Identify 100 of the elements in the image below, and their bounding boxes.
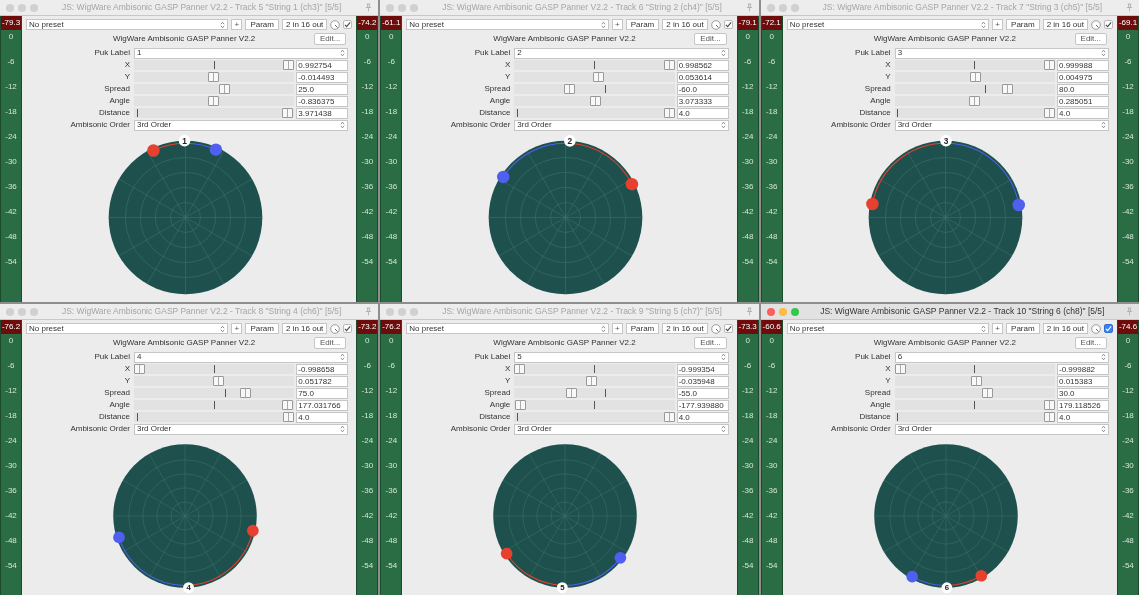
param-button[interactable]: Param: [625, 19, 660, 30]
value-field[interactable]: 0.285051: [1057, 95, 1109, 107]
puk-label-dropdown[interactable]: 4: [134, 351, 349, 363]
puk-label-dropdown[interactable]: 3: [894, 47, 1109, 59]
slider-thumb[interactable]: [515, 400, 527, 410]
knob-icon[interactable]: [1091, 323, 1101, 334]
slider-thumb[interactable]: [969, 96, 981, 106]
slider-thumb[interactable]: [208, 96, 220, 106]
slider-thumb[interactable]: [1044, 412, 1055, 422]
puk-label-dropdown[interactable]: 6: [894, 351, 1109, 363]
param-button[interactable]: Param: [1006, 19, 1040, 30]
value-field[interactable]: 0.051782: [296, 375, 349, 387]
value-field[interactable]: 0.999988: [1057, 59, 1109, 71]
slider-thumb[interactable]: [970, 376, 982, 386]
io-button[interactable]: 2 in 16 out: [662, 323, 708, 334]
value-field[interactable]: 4.0: [296, 411, 349, 423]
slider-thumb[interactable]: [281, 108, 293, 118]
value-field[interactable]: 0.015383: [1057, 375, 1109, 387]
slider-track[interactable]: [894, 376, 1055, 386]
slider-thumb[interactable]: [218, 84, 230, 94]
edit-button[interactable]: Edit...: [313, 33, 347, 45]
value-field[interactable]: -60.0: [676, 83, 729, 95]
add-button[interactable]: +: [992, 323, 1004, 334]
param-button[interactable]: Param: [1006, 323, 1040, 334]
param-button[interactable]: Param: [245, 323, 279, 334]
slider-track[interactable]: [894, 364, 1055, 374]
ambisonic-order-dropdown[interactable]: 3rd Order: [134, 423, 349, 435]
ambisonic-order-dropdown[interactable]: 3rd Order: [134, 119, 349, 131]
value-field[interactable]: 177.031766: [296, 399, 349, 411]
enable-checkbox[interactable]: [723, 20, 733, 29]
edit-button[interactable]: Edit...: [694, 337, 727, 349]
slider-thumb[interactable]: [239, 388, 251, 398]
value-field[interactable]: -0.836375: [296, 95, 349, 107]
value-field[interactable]: 3.073333: [676, 95, 729, 107]
slider-thumb[interactable]: [1043, 400, 1055, 410]
pin-icon[interactable]: [1126, 307, 1133, 316]
value-field[interactable]: -0.035948: [676, 375, 729, 387]
value-field[interactable]: 0.992754: [296, 59, 349, 71]
slider-thumb[interactable]: [1044, 60, 1055, 70]
value-field[interactable]: 0.998562: [676, 59, 729, 71]
ambisonic-order-dropdown[interactable]: 3rd Order: [514, 423, 729, 435]
value-field[interactable]: -0.999882: [1057, 363, 1109, 375]
io-button[interactable]: 2 in 16 out: [1042, 323, 1088, 334]
slider-thumb[interactable]: [564, 84, 576, 94]
add-button[interactable]: +: [231, 323, 243, 334]
slider-thumb[interactable]: [663, 108, 675, 118]
slider-thumb[interactable]: [212, 376, 224, 386]
puk-label-dropdown[interactable]: 5: [514, 351, 729, 363]
pin-icon[interactable]: [365, 3, 373, 12]
param-button[interactable]: Param: [625, 323, 660, 334]
preset-dropdown[interactable]: No preset: [406, 323, 609, 334]
value-field[interactable]: 4.0: [1057, 107, 1109, 119]
preset-dropdown[interactable]: No preset: [406, 19, 609, 30]
value-field[interactable]: 25.0: [296, 83, 349, 95]
slider-track[interactable]: [894, 72, 1055, 82]
edit-button[interactable]: Edit...: [313, 337, 347, 349]
slider-thumb[interactable]: [566, 388, 578, 398]
value-field[interactable]: 0.004975: [1057, 71, 1109, 83]
value-field[interactable]: 0.053614: [676, 71, 729, 83]
slider-thumb[interactable]: [981, 388, 993, 398]
value-field[interactable]: 3.971438: [296, 107, 349, 119]
io-button[interactable]: 2 in 16 out: [662, 19, 708, 30]
value-field[interactable]: -0.998658: [296, 363, 349, 375]
value-field[interactable]: 75.0: [296, 387, 349, 399]
param-button[interactable]: Param: [245, 19, 279, 30]
puk-label-dropdown[interactable]: 1: [134, 47, 349, 59]
pin-icon[interactable]: [745, 307, 753, 316]
slider-thumb[interactable]: [969, 72, 981, 82]
io-button[interactable]: 2 in 16 out: [281, 323, 328, 334]
value-field[interactable]: 4.0: [676, 107, 729, 119]
value-field[interactable]: 179.118526: [1057, 399, 1109, 411]
value-field[interactable]: 4.0: [676, 411, 729, 423]
slider-thumb[interactable]: [282, 400, 294, 410]
preset-dropdown[interactable]: No preset: [786, 19, 990, 30]
enable-checkbox[interactable]: [1104, 20, 1113, 29]
slider-track[interactable]: [894, 84, 1055, 94]
slider-track[interactable]: [894, 412, 1055, 422]
slider-thumb[interactable]: [514, 364, 526, 374]
slider-thumb[interactable]: [207, 72, 219, 82]
edit-button[interactable]: Edit...: [694, 33, 727, 45]
add-button[interactable]: +: [992, 19, 1004, 30]
value-field[interactable]: -0.999354: [676, 363, 729, 375]
slider-thumb[interactable]: [593, 72, 604, 82]
slider-track[interactable]: [894, 400, 1055, 410]
slider-thumb[interactable]: [663, 60, 675, 70]
value-field[interactable]: -55.0: [676, 387, 729, 399]
slider-thumb[interactable]: [282, 60, 294, 70]
ambisonic-order-dropdown[interactable]: 3rd Order: [514, 119, 729, 131]
puk-label-dropdown[interactable]: 2: [514, 47, 729, 59]
value-field[interactable]: 80.0: [1057, 83, 1109, 95]
pin-icon[interactable]: [1126, 3, 1133, 12]
pin-icon[interactable]: [365, 307, 373, 316]
value-field[interactable]: 30.0: [1057, 387, 1109, 399]
ambisonic-order-dropdown[interactable]: 3rd Order: [894, 119, 1109, 131]
slider-thumb[interactable]: [586, 376, 598, 386]
edit-button[interactable]: Edit...: [1074, 33, 1107, 45]
slider-thumb[interactable]: [1002, 84, 1014, 94]
io-button[interactable]: 2 in 16 out: [1042, 19, 1088, 30]
value-field[interactable]: -0.014493: [296, 71, 349, 83]
enable-checkbox[interactable]: [1104, 324, 1113, 333]
